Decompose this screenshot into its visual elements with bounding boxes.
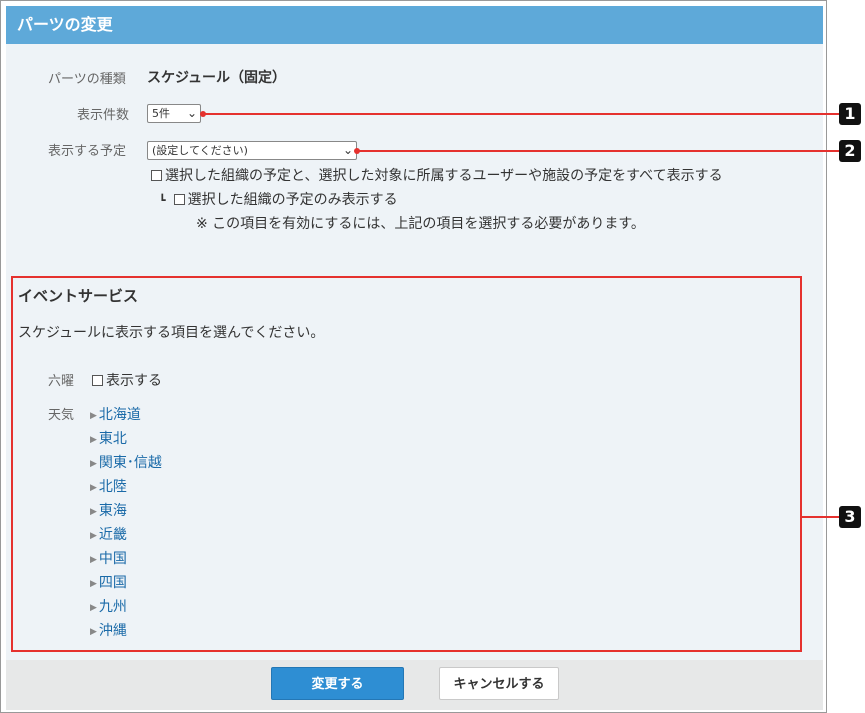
triangle-right-icon: ▶ — [90, 555, 97, 565]
triangle-right-icon: ▶ — [90, 579, 97, 589]
callout-line-3 — [801, 516, 839, 518]
show-all-option-label: 選択した組織の予定と、選択した対象に所属するユーザーや施設の予定をすべて表示する — [165, 168, 723, 184]
triangle-right-icon: ▶ — [90, 435, 97, 445]
show-all-option[interactable]: 選択した組織の予定と、選択した対象に所属するユーザーや施設の予定をすべて表示する — [151, 165, 723, 185]
rokuyo-option-label: 表示する — [106, 373, 162, 389]
event-service-title: イベントサービス — [18, 287, 139, 305]
triangle-right-icon: ▶ — [90, 627, 97, 637]
region-link-tohoku[interactable]: ▶ 東北 — [90, 428, 127, 448]
triangle-right-icon: ▶ — [90, 411, 97, 421]
region-link-kyushu[interactable]: ▶ 九州 — [90, 596, 127, 616]
indent-branch-icon: ┗ — [159, 194, 166, 207]
triangle-right-icon: ▶ — [90, 459, 97, 469]
rokuyo-option[interactable]: 表示する — [92, 370, 162, 390]
schedule-label: 表示する予定 — [48, 144, 127, 159]
region-link-kinki[interactable]: ▶ 近畿 — [90, 524, 127, 544]
org-only-option-label: 選択した組織の予定のみ表示する — [187, 192, 398, 208]
callout-badge-1: 1 — [839, 103, 861, 125]
region-link-chugoku[interactable]: ▶ 中国 — [90, 548, 127, 568]
region-link-tokai[interactable]: ▶ 東海 — [90, 500, 127, 520]
org-only-option[interactable]: ┗ 選択した組織の予定のみ表示する — [159, 189, 398, 209]
callout-line-2 — [357, 150, 839, 152]
weather-label: 天気 — [48, 408, 75, 423]
triangle-right-icon: ▶ — [90, 531, 97, 541]
show-all-checkbox[interactable] — [151, 170, 162, 181]
chevron-down-icon: ⌄ — [342, 143, 353, 157]
region-link-shikoku[interactable]: ▶ 四国 — [90, 572, 127, 592]
parts-type-value: スケジュール（固定） — [147, 70, 287, 86]
dialog-header: パーツの変更 — [6, 6, 823, 44]
save-button[interactable]: 変更する — [271, 667, 404, 700]
triangle-right-icon: ▶ — [90, 603, 97, 613]
rokuyo-label: 六曜 — [48, 374, 75, 389]
event-service-description: スケジュールに表示する項目を選んでください。 — [18, 325, 325, 341]
callout-badge-2: 2 — [839, 140, 861, 162]
dialog-frame: パーツの変更 パーツの種類 スケジュール（固定） 表示件数 5件 ⌄ 表示する予… — [0, 0, 827, 713]
event-service-section: イベントサービス スケジュールに表示する項目を選んでください。 六曜 表示する … — [11, 276, 802, 652]
count-select[interactable]: 5件 ⌄ — [147, 104, 201, 123]
schedule-select[interactable]: (設定してください) ⌄ — [147, 141, 357, 160]
schedule-select-value: (設定してください) — [152, 144, 248, 157]
count-label: 表示件数 — [77, 108, 130, 123]
region-link-hokkaido[interactable]: ▶ 北海道 — [90, 404, 141, 424]
region-link-okinawa[interactable]: ▶ 沖縄 — [90, 620, 127, 640]
dialog-footer: 変更する キャンセルする — [6, 660, 823, 710]
count-select-value: 5件 — [152, 107, 170, 120]
org-only-checkbox[interactable] — [173, 194, 185, 205]
rokuyo-checkbox[interactable] — [92, 375, 103, 386]
triangle-right-icon: ▶ — [90, 483, 97, 493]
option-note: ※ この項目を有効にするには、上記の項目を選択する必要があります。 — [196, 216, 645, 232]
parts-type-label: パーツの種類 — [48, 72, 126, 87]
chevron-down-icon: ⌄ — [186, 106, 197, 120]
callout-line-1 — [203, 113, 839, 115]
region-link-hokuriku[interactable]: ▶ 北陸 — [90, 476, 127, 496]
cancel-button[interactable]: キャンセルする — [439, 667, 559, 700]
page-title: パーツの変更 — [17, 15, 113, 34]
region-link-kanto-shinetsu[interactable]: ▶ 関東･信越 — [90, 452, 162, 472]
triangle-right-icon: ▶ — [90, 507, 97, 517]
callout-badge-3: 3 — [839, 506, 861, 528]
